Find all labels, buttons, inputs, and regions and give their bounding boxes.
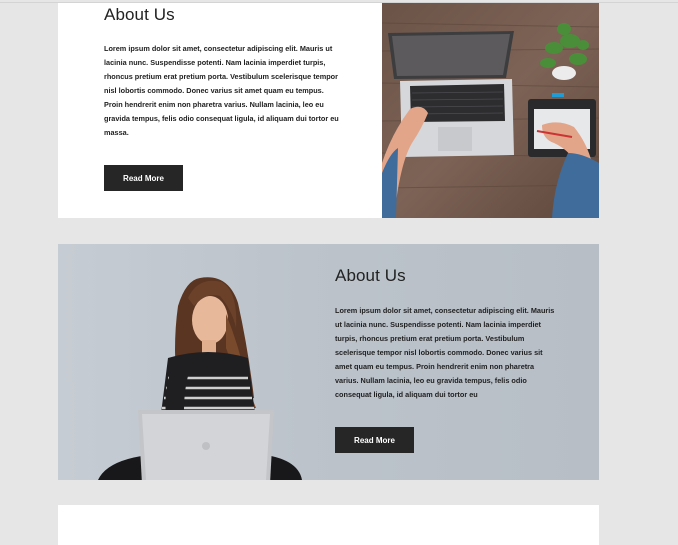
about-section-2: About Us Lorem ipsum dolor sit amet, con… bbox=[58, 244, 599, 480]
section-description: Lorem ipsum dolor sit amet, consectetur … bbox=[335, 306, 555, 399]
about-section-1: About Us Lorem ipsum dolor sit amet, con… bbox=[58, 3, 599, 218]
section-description: Lorem ipsum dolor sit amet, consectetur … bbox=[104, 44, 339, 137]
laptop-workspace-photo bbox=[382, 3, 599, 218]
section-title: About Us bbox=[335, 266, 406, 285]
section-title: About Us bbox=[104, 5, 175, 24]
read-more-button[interactable]: Read More bbox=[335, 427, 414, 453]
read-more-button[interactable]: Read More bbox=[104, 165, 183, 191]
next-section bbox=[58, 505, 599, 545]
woman-with-laptop-photo bbox=[98, 277, 302, 480]
